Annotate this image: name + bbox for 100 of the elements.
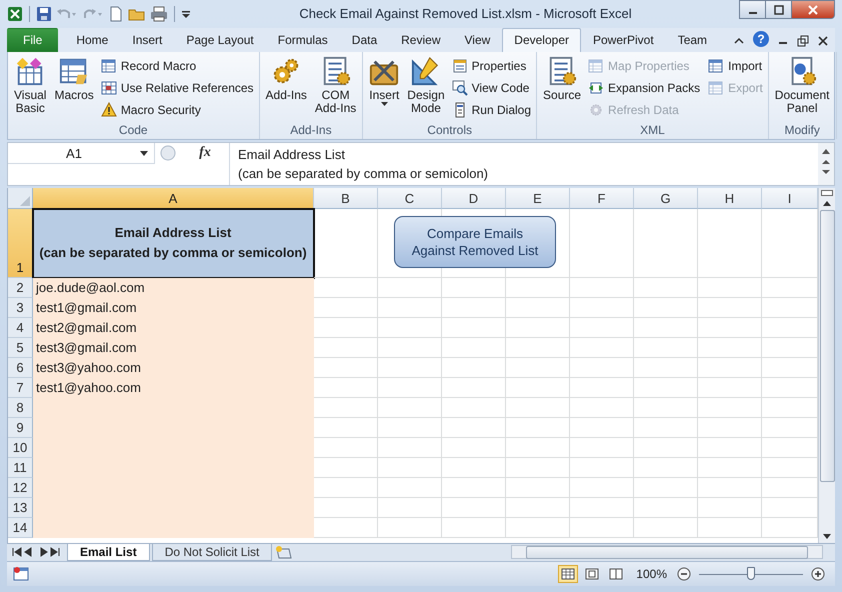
restore-icon [774,4,784,14]
ribbon-tab[interactable]: Review [389,28,452,52]
ribbon-button[interactable]: Document Panel [772,54,832,117]
macro-record-icon[interactable] [13,567,29,582]
table-cell [506,358,570,378]
table-cell [634,358,698,378]
page-view-icon [585,568,600,580]
ribbon-button[interactable]: Record Macro [98,54,256,77]
insert-function-button[interactable]: fx [181,143,229,164]
ribbon-button[interactable]: Macro Security [98,98,256,121]
table-cell [442,438,506,458]
sheet-tab[interactable]: Do Not Solicit List [152,544,272,561]
ribbon-tab[interactable]: Page Layout [174,28,266,52]
row-header[interactable]: 6 [8,358,33,378]
group-label: XML [639,123,666,140]
scroll-up-icon[interactable] [822,199,832,208]
splitter-handle-icon[interactable] [159,144,177,162]
column-header[interactable]: C [378,188,442,210]
row-header[interactable]: 11 [8,458,33,478]
new-document-icon[interactable] [108,6,124,22]
row-header[interactable]: 13 [8,498,33,518]
split-handle-icon[interactable] [821,190,833,196]
table-cell [570,358,634,378]
table-cell: joe.dude@aol.com [33,278,314,298]
row-header[interactable]: 8 [8,398,33,418]
ribbon-tab[interactable]: Insert [120,28,174,52]
table-cell [442,458,506,478]
view-button[interactable] [558,565,578,584]
restore-icon[interactable] [797,34,809,47]
table-cell [634,458,698,478]
ribbon-button[interactable]: Use Relative References [98,76,256,99]
help-button[interactable]: ? [753,30,769,47]
expand-formula-icon[interactable] [821,159,831,176]
table-cell [378,478,442,498]
row-header[interactable]: 14 [8,518,33,538]
printer-icon[interactable] [150,6,168,22]
table-cell [698,418,762,438]
column-header[interactable]: E [506,188,570,210]
zoom-in-icon[interactable] [811,567,825,582]
row-header[interactable]: 7 [8,378,33,398]
ribbon-button[interactable]: View Code [450,76,534,99]
ribbon-button[interactable]: Design Mode [404,54,448,117]
ribbon-tab[interactable]: View [452,28,502,52]
zoom-out-icon[interactable] [677,567,691,582]
ribbon-button[interactable]: Properties [450,54,534,77]
table-cell [570,418,634,438]
column-header[interactable]: F [570,188,634,210]
ribbon-tab[interactable]: Data [340,28,390,52]
restore-button[interactable] [765,0,792,19]
row-header[interactable]: 10 [8,438,33,458]
ribbon-button[interactable]: Add-Ins [262,54,310,104]
table-cell: test3@gmail.com [33,338,314,358]
name-box[interactable]: A1 [8,143,155,164]
zoom-slider-thumb[interactable] [747,566,755,580]
zoom-level[interactable]: 100% [636,567,667,582]
ribbon-tab[interactable]: File [7,28,58,52]
row-header[interactable]: 12 [8,478,33,498]
sheet-tab[interactable]: Email List [67,544,150,561]
ribbon-tab[interactable]: PowerPivot [581,28,666,52]
table-cell [506,378,570,398]
row-header[interactable]: 3 [8,298,33,318]
scrollbar-thumb[interactable] [820,210,834,482]
table-icon [100,58,117,74]
horizontal-scrollbar[interactable] [511,545,823,560]
ribbon-tab[interactable]: Team [666,28,720,52]
table-cell [378,438,442,458]
column-header[interactable]: A [33,188,314,210]
scroll-up-icon[interactable] [821,147,831,156]
row-header[interactable]: 1 [8,209,33,278]
row-header[interactable]: 5 [8,338,33,358]
ribbon-button[interactable]: COM Add-Ins [312,54,360,117]
compare-emails-button[interactable]: Compare Emails Against Removed List [394,216,556,268]
ribbon-button[interactable]: Import [706,54,765,77]
column-header[interactable]: H [698,188,762,210]
row-header[interactable]: 9 [8,418,33,438]
ribbon-tab[interactable]: Home [64,28,120,52]
close-icon [807,4,819,14]
close-button[interactable] [791,0,835,19]
column-header[interactable]: G [634,188,698,210]
table-cell [442,318,506,338]
minimize-button[interactable] [739,0,766,19]
save-icon[interactable] [36,6,52,22]
ribbon-tab[interactable]: Developer [502,28,581,52]
column-header[interactable]: I [762,188,818,210]
table-cell [570,278,634,298]
table-cell [634,338,698,358]
column-header[interactable]: D [442,188,506,210]
close-icon[interactable] [817,34,829,47]
row-header[interactable]: 4 [8,318,33,338]
ribbon-button[interactable]: Run Dialog [450,98,534,121]
ribbon-button[interactable]: Visual Basic [11,54,50,117]
ribbon-button[interactable]: Macros [51,54,97,104]
ribbon-button[interactable]: Source [540,54,584,104]
row-header[interactable]: 2 [8,278,33,298]
ribbon-tab[interactable]: Formulas [266,28,340,52]
insert-sheet-icon[interactable] [274,545,294,560]
ribbon-button[interactable]: Expansion Packs [586,76,702,99]
table-cell [570,438,634,458]
column-header[interactable]: B [314,188,378,210]
ribbon-button[interactable]: Insert [366,54,402,108]
